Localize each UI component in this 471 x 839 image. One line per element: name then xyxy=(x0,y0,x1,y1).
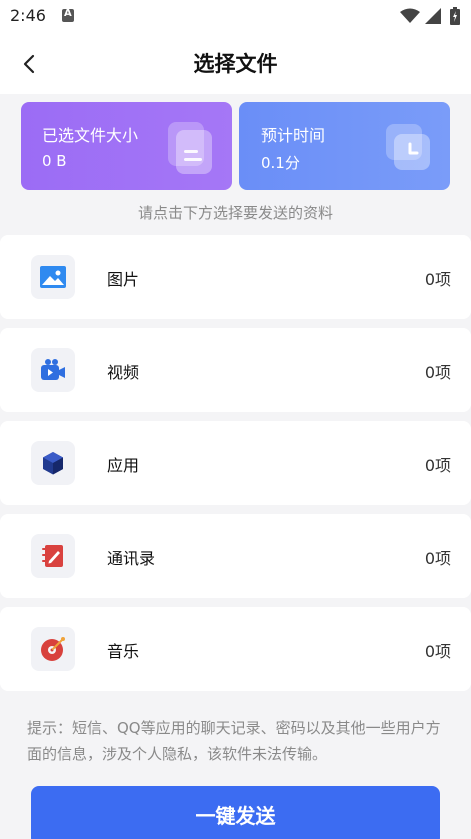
selection-hint: 请点击下方选择要发送的资料 xyxy=(137,204,333,222)
list-item-images[interactable]: 图片 0项 xyxy=(0,235,471,319)
item-label: 图片 xyxy=(107,270,140,289)
selected-size-label: 已选文件大小 xyxy=(42,126,139,145)
clock-illustration-icon xyxy=(386,124,430,170)
item-count: 0项 xyxy=(424,456,451,475)
send-all-button[interactable]: 一键发送 xyxy=(31,786,440,839)
image-icon xyxy=(31,255,75,299)
wifi-icon xyxy=(400,8,420,23)
list-item-contacts[interactable]: 通讯录 0项 xyxy=(0,514,471,598)
document-illustration-icon xyxy=(168,122,212,174)
list-item-apps[interactable]: 应用 0项 xyxy=(0,421,471,505)
privacy-tip: 提示：短信、QQ等应用的聊天记录、密码以及其他一些用户方面的信息，涉及个人隐私，… xyxy=(27,719,441,763)
item-label: 通讯录 xyxy=(107,549,156,568)
list-item-music[interactable]: 音乐 0项 xyxy=(0,607,471,691)
notification-a-icon xyxy=(62,8,74,22)
video-icon xyxy=(31,348,75,392)
status-time: 2:46 xyxy=(10,6,46,25)
app-icon xyxy=(31,441,75,485)
battery-icon xyxy=(450,7,460,25)
item-label: 音乐 xyxy=(107,642,140,661)
item-label: 视频 xyxy=(107,363,140,382)
item-count: 0项 xyxy=(424,270,451,289)
item-count: 0项 xyxy=(424,642,451,661)
signal-icon xyxy=(425,8,441,24)
selected-size-card: 已选文件大小 0 B xyxy=(21,102,232,190)
estimated-time-label: 预计时间 xyxy=(261,126,326,145)
item-count: 0项 xyxy=(424,549,451,568)
contacts-icon xyxy=(31,534,75,578)
item-count: 0项 xyxy=(424,363,451,382)
header: 选择文件 xyxy=(0,32,471,94)
list-item-videos[interactable]: 视频 0项 xyxy=(0,328,471,412)
item-label: 应用 xyxy=(107,456,140,475)
selected-size-value: 0 B xyxy=(42,152,67,170)
estimated-time-card: 预计时间 0.1分 xyxy=(239,102,450,190)
music-icon xyxy=(31,627,75,671)
status-bar: 2:46 xyxy=(0,0,471,32)
estimated-time-value: 0.1分 xyxy=(261,154,300,172)
page-title: 选择文件 xyxy=(193,52,278,76)
